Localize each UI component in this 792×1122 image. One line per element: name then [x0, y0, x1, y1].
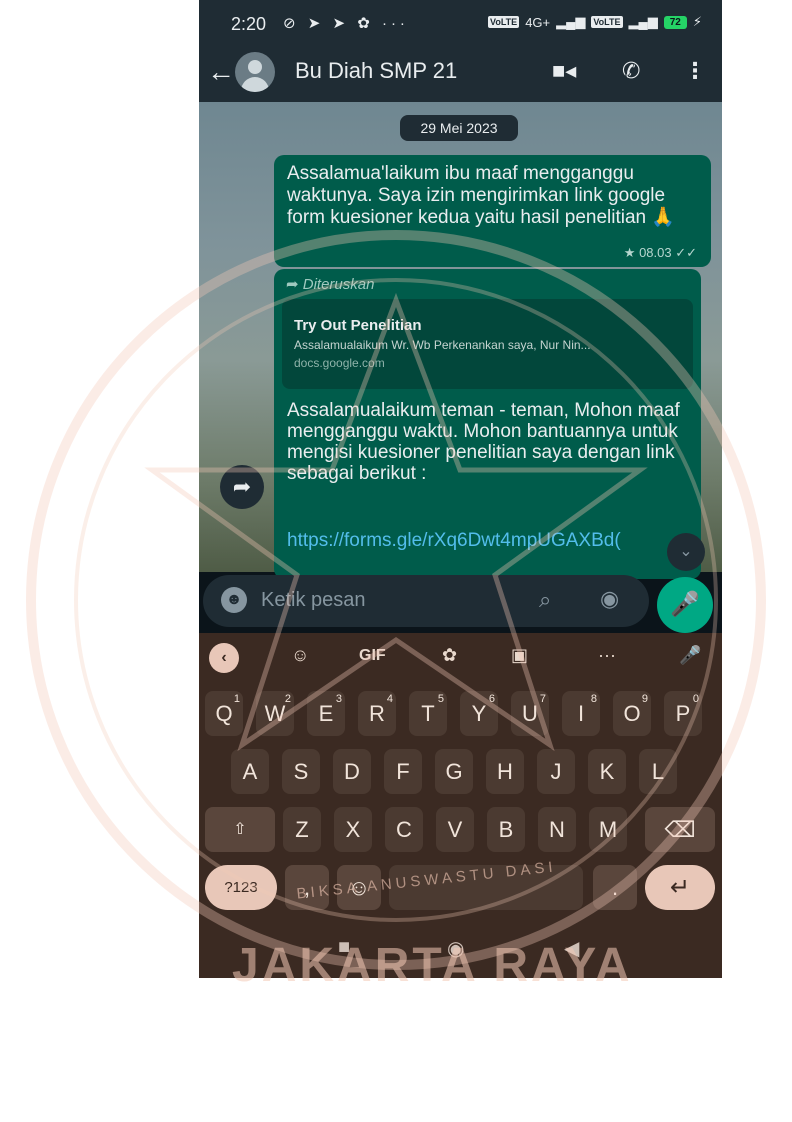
watermark-text: JAKARTA RAYA	[232, 939, 633, 992]
